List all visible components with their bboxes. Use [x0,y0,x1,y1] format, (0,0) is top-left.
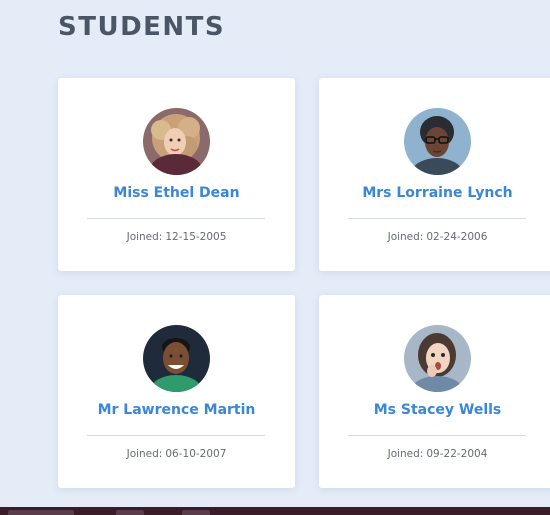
joined-date: 02-24-2006 [426,231,488,243]
page-title: STUDENTS [58,12,226,42]
student-name[interactable]: Mrs Lorraine Lynch [319,185,550,201]
avatar[interactable] [404,108,471,175]
student-name[interactable]: Miss Ethel Dean [58,185,295,201]
avatar[interactable] [404,325,471,392]
joined-date: 09-22-2004 [426,448,488,460]
joined-info: Joined: 12-15-2005 [58,231,295,243]
joined-label: Joined: [126,231,163,243]
divider [87,435,265,436]
joined-label: Joined: [387,448,424,460]
taskbar-edge [0,507,550,515]
joined-info: Joined: 06-10-2007 [58,448,295,460]
joined-date: 12-15-2005 [165,231,227,243]
divider [87,218,265,219]
avatar-woman-surprised-icon [404,325,471,392]
divider [348,435,526,436]
avatar[interactable] [143,108,210,175]
taskbar-item[interactable] [182,510,210,515]
student-name[interactable]: Mr Lawrence Martin [58,402,295,418]
avatar[interactable] [143,325,210,392]
avatar-woman-glasses-icon [404,108,471,175]
student-card[interactable]: Miss Ethel Dean Joined: 12-15-2005 [58,78,295,271]
avatar-woman-curly-hair-icon [143,108,210,175]
joined-date: 06-10-2007 [165,448,227,460]
student-card[interactable]: Mr Lawrence Martin Joined: 06-10-2007 [58,295,295,488]
joined-label: Joined: [126,448,163,460]
divider [348,218,526,219]
joined-label: Joined: [387,231,424,243]
taskbar-item[interactable] [116,510,144,515]
student-card[interactable]: Ms Stacey Wells Joined: 09-22-2004 [319,295,550,488]
taskbar-item[interactable] [8,510,74,515]
joined-info: Joined: 02-24-2006 [319,231,550,243]
student-card[interactable]: Mrs Lorraine Lynch Joined: 02-24-2006 [319,78,550,271]
joined-info: Joined: 09-22-2004 [319,448,550,460]
student-name[interactable]: Ms Stacey Wells [319,402,550,418]
avatar-man-smiling-icon [143,325,210,392]
